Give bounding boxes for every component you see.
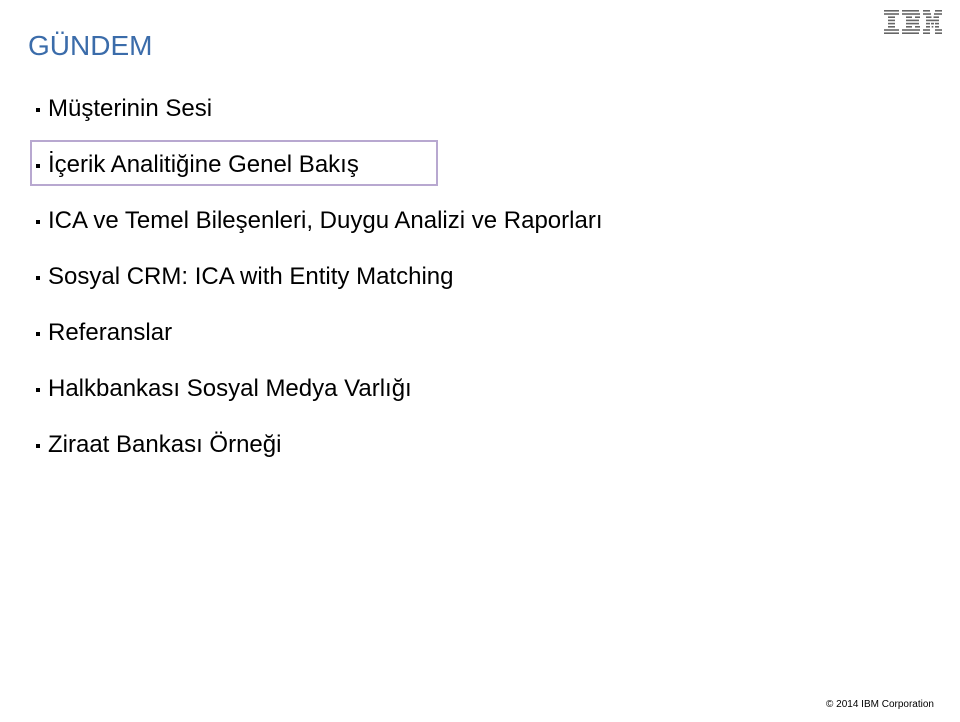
list-item: Sosyal CRM: ICA with Entity Matching xyxy=(36,263,602,291)
list-item: Halkbankası Sosyal Medya Varlığı xyxy=(36,375,602,403)
footer-copyright: © 2014 IBM Corporation xyxy=(826,699,934,710)
list-item: Müşterinin Sesi xyxy=(36,95,602,123)
ibm-logo-icon xyxy=(884,10,942,34)
ibm-logo xyxy=(884,10,942,39)
list-item: Referanslar xyxy=(36,319,602,347)
list-item: İçerik Analitiğine Genel Bakış xyxy=(36,151,602,179)
list-item: Ziraat Bankası Örneği xyxy=(36,431,602,459)
page-title: GÜNDEM xyxy=(28,30,152,62)
list-item: ICA ve Temel Bileşenleri, Duygu Analizi … xyxy=(36,207,602,235)
agenda-list: Müşterinin Sesi İçerik Analitiğine Genel… xyxy=(36,95,602,487)
